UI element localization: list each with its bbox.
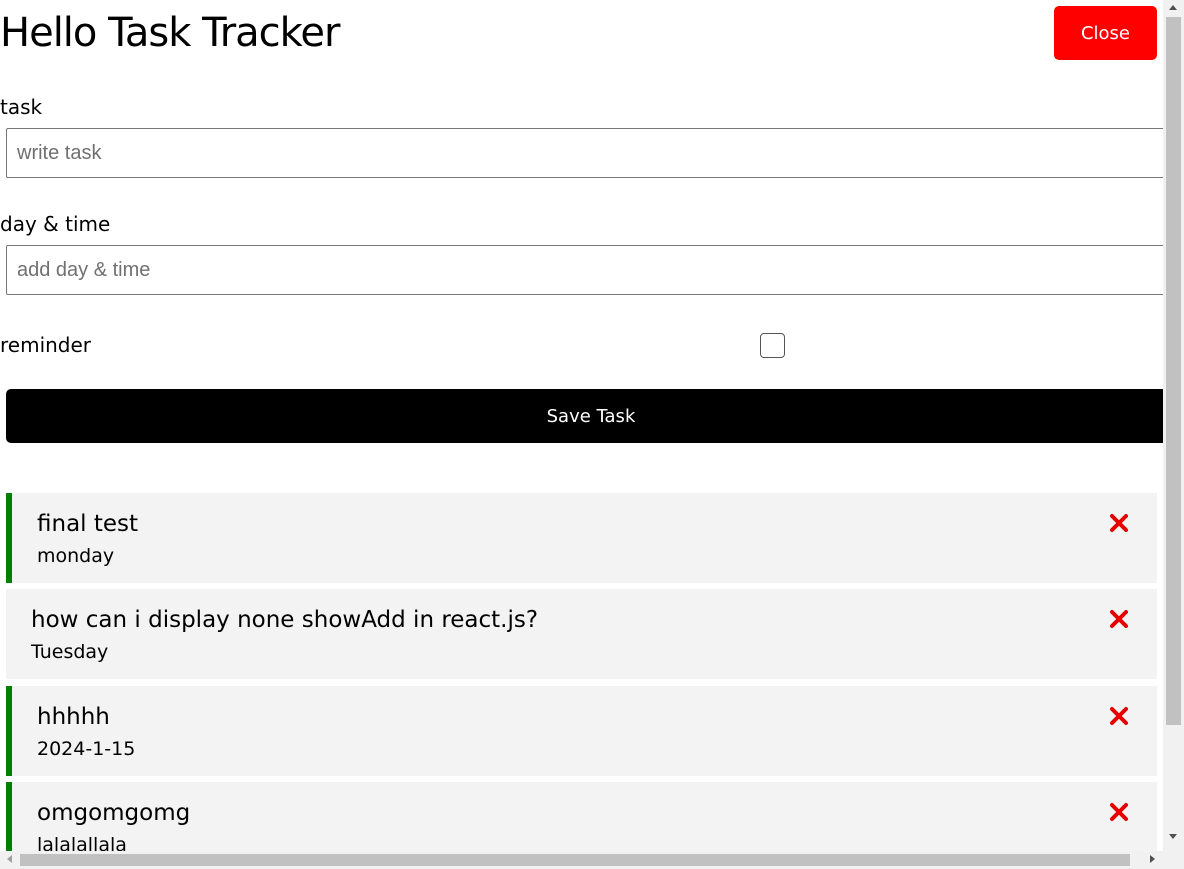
task-title: hhhhh (37, 704, 110, 730)
task-item[interactable]: omgomgomg lalalallala (6, 782, 1157, 851)
task-title: how can i display none showAdd in react.… (31, 607, 539, 633)
scroll-left-icon[interactable] (7, 855, 12, 863)
task-title: omgomgomg (37, 800, 191, 826)
task-item[interactable]: hhhhh 2024-1-15 (6, 686, 1157, 776)
reminder-label: reminder (0, 333, 92, 357)
task-item[interactable]: final test monday (6, 493, 1157, 583)
vertical-scrollbar[interactable] (1163, 0, 1184, 851)
times-icon[interactable] (1109, 513, 1129, 533)
task-item[interactable]: how can i display none showAdd in react.… (6, 589, 1157, 679)
task-day: 2024-1-15 (37, 738, 136, 760)
task-day: Tuesday (31, 641, 109, 663)
task-day: monday (37, 545, 115, 567)
task-day: lalalallala (37, 834, 127, 851)
save-task-button[interactable]: Save Task (6, 389, 1163, 443)
close-button[interactable]: Close (1054, 6, 1157, 60)
horizontal-scrollbar[interactable] (0, 851, 1163, 869)
task-label: task (0, 95, 43, 119)
times-icon[interactable] (1109, 609, 1129, 629)
scroll-right-icon[interactable] (1150, 855, 1155, 863)
scroll-down-icon[interactable] (1169, 834, 1177, 839)
reminder-checkbox[interactable] (760, 333, 785, 358)
day-time-label: day & time (0, 212, 111, 236)
app-viewport: Hello Task Tracker Close task day & time… (0, 0, 1163, 851)
page-title: Hello Task Tracker (0, 10, 340, 56)
horizontal-scroll-thumb[interactable] (20, 854, 1130, 866)
scroll-up-icon[interactable] (1169, 5, 1177, 10)
scrollbar-corner (1163, 851, 1184, 869)
times-icon[interactable] (1109, 706, 1129, 726)
day-time-input[interactable] (6, 245, 1163, 295)
times-icon[interactable] (1109, 802, 1129, 822)
task-title: final test (37, 511, 139, 537)
task-input[interactable] (6, 128, 1163, 178)
vertical-scroll-thumb[interactable] (1166, 17, 1181, 725)
